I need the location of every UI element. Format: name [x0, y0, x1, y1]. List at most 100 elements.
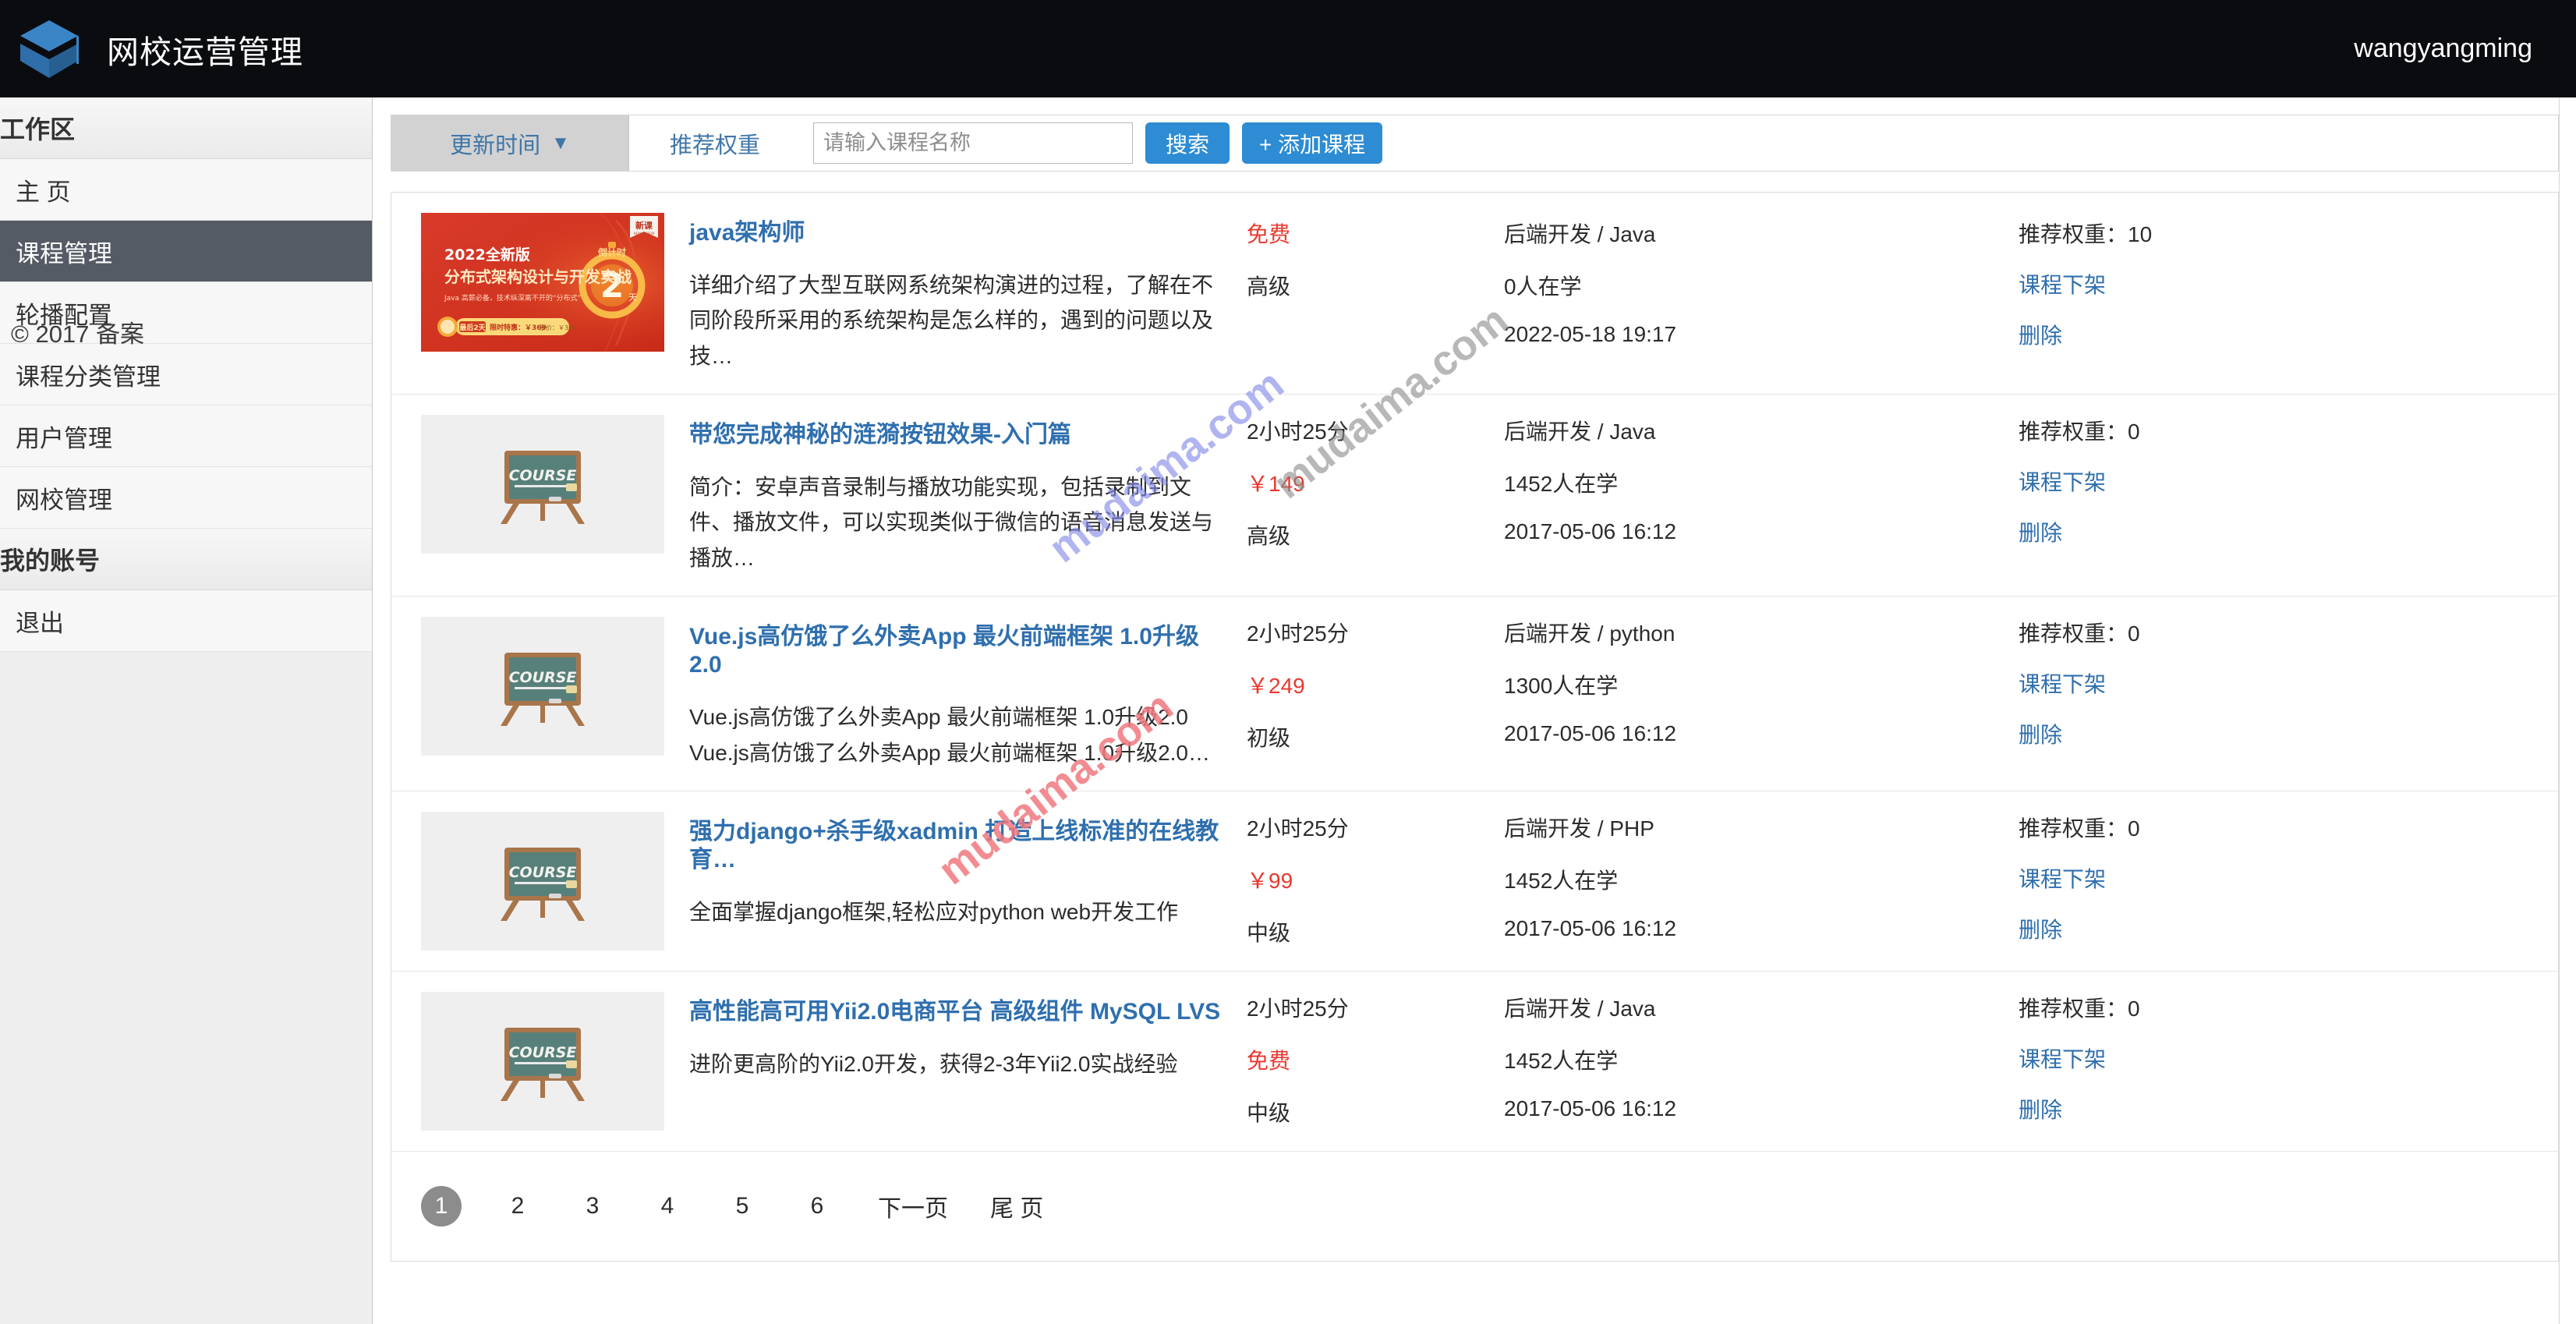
course-placeholder-image[interactable]: COURSE [421, 991, 664, 1131]
course-title-link[interactable]: Vue.js高仿饿了么外卖App 最火前端框架 1.0升级2.0 [689, 623, 1231, 679]
svg-text:COURSE: COURSE [509, 467, 577, 484]
svg-text:原价：￥399: 原价：￥399 [540, 324, 576, 331]
current-username[interactable]: wangyangming [2354, 34, 2532, 64]
last-page-button[interactable]: 尾 页 [985, 1188, 1048, 1225]
course-student-count: 0人在学 [1504, 274, 1582, 299]
add-course-button[interactable]: + 添加课程 [1242, 122, 1383, 164]
sidebar: 工作区 主 页 课程管理 轮播配置 课程分类管理 用户管理 网校管理 我的账号 … [0, 97, 373, 1324]
course-banner-image[interactable]: 新课 NEW LESSON 2 天 倒计时 2022全新版 分布式架构设计与开发… [421, 213, 664, 352]
course-meta-cell: 2小时25分 ￥99 中级 [1247, 812, 1504, 947]
course-updated-time: 2017-05-06 16:12 [1504, 721, 1677, 746]
take-down-course-link[interactable]: 课程下架 [2019, 862, 2535, 894]
sort-by-update-time-tab[interactable]: 更新时间 ▼ [391, 115, 629, 171]
course-student-count: 1452人在学 [1504, 868, 1619, 893]
take-down-course-link[interactable]: 课程下架 [2019, 466, 2535, 497]
sidebar-item-user-management[interactable]: 用户管理 [0, 405, 372, 467]
search-input[interactable] [813, 122, 1133, 164]
course-category-cell: 后端开发 / Java 1452人在学 2017-05-06 16:12 [1504, 992, 2019, 1121]
svg-text:2022全新版: 2022全新版 [444, 246, 530, 264]
course-weight-value: 0 [2128, 816, 2140, 841]
sidebar-footer-copyright: © 2017 备案 [11, 320, 145, 348]
top-bar: 网校运营管理 wangyangming [0, 0, 2576, 97]
table-row: COURSE Vue.js高仿饿了么外卖App 最火前端框架 1.0升级2.0 … [391, 597, 2558, 791]
sidebar-item-course-management[interactable]: 课程管理 [0, 221, 372, 282]
sidebar-item-logout[interactable]: 退出 [0, 590, 372, 652]
course-category-cell: 后端开发 / Java 0人在学 2022-05-18 19:17 [1504, 213, 2019, 347]
course-weight-prefix: 推荐权重： [2019, 996, 2128, 1021]
course-title-link[interactable]: java架构师 [689, 219, 1231, 247]
delete-course-link[interactable]: 删除 [2019, 718, 2535, 749]
page-1-button[interactable]: 1 [421, 1185, 462, 1227]
course-title-link[interactable]: 高性能高可用Yii2.0电商平台 高级组件 MySQL LVS [689, 998, 1231, 1026]
delete-course-link[interactable]: 删除 [2019, 913, 2535, 944]
course-weight-value: 10 [2128, 222, 2153, 246]
sidebar-section-account: 我的账号 [0, 529, 372, 590]
course-thumbnail-cell: COURSE [391, 617, 689, 756]
course-weight-value: 0 [2128, 996, 2140, 1021]
take-down-course-link[interactable]: 课程下架 [2019, 667, 2535, 699]
course-actions-cell: 推荐权重：10 课程下架 删除 [2019, 213, 2558, 350]
app-logo[interactable] [0, 0, 97, 97]
page-2-button[interactable]: 2 [499, 1188, 536, 1225]
sidebar-section-account-label: 我的账号 [0, 547, 101, 575]
course-actions-cell: 推荐权重：0 课程下架 删除 [2019, 415, 2558, 547]
sidebar-item-school-management[interactable]: 网校管理 [0, 467, 372, 529]
course-list-panel: 新课 NEW LESSON 2 天 倒计时 2022全新版 分布式架构设计与开发… [391, 192, 2559, 1262]
take-down-course-link[interactable]: 课程下架 [2019, 1043, 2535, 1074]
main-content: 更新时间 ▼ 推荐权重 搜索 + 添加课程 [373, 97, 2576, 1324]
course-title-link[interactable]: 强力django+杀手级xadmin 打造上线标准的在线教育… [689, 818, 1231, 874]
course-meta-cell: 2小时25分 ￥149 高级 [1247, 415, 1504, 550]
delete-course-link[interactable]: 删除 [2019, 516, 2535, 547]
course-weight-prefix: 推荐权重： [2019, 420, 2128, 444]
page-5-button[interactable]: 5 [724, 1188, 761, 1225]
take-down-course-link[interactable]: 课程下架 [2019, 268, 2535, 299]
course-student-count: 1300人在学 [1504, 674, 1619, 699]
course-duration: 2小时25分 [1247, 621, 1349, 646]
course-placeholder-image[interactable]: COURSE [421, 617, 664, 756]
vertical-scrollbar[interactable] [2559, 97, 2576, 1324]
sort-by-recommend-weight-tab[interactable]: 推荐权重 [629, 115, 801, 171]
page-title: 网校运营管理 [107, 34, 303, 70]
course-info-cell: 高性能高可用Yii2.0电商平台 高级组件 MySQL LVS 进阶更高阶的Yi… [689, 992, 1247, 1082]
course-description: 全面掌握django框架,轻松应对python web开发工作 [689, 899, 1179, 924]
course-weight: 推荐权重：10 [2019, 218, 2535, 249]
course-description: 简介：安卓声音录制与播放功能实现，包括录制到文件、播放文件，可以实现类似于微信的… [689, 475, 1214, 570]
delete-course-link[interactable]: 删除 [2019, 319, 2535, 350]
course-weight: 推荐权重：0 [2019, 617, 2535, 648]
page-6-button[interactable]: 6 [798, 1188, 836, 1225]
delete-course-link[interactable]: 删除 [2019, 1093, 2535, 1124]
course-level: 初级 [1247, 726, 1291, 751]
next-page-button[interactable]: 下一页 [873, 1188, 953, 1225]
course-thumbnail-cell: COURSE [391, 811, 689, 951]
sort-by-update-time-label: 更新时间 [450, 133, 541, 158]
course-placeholder-image[interactable]: COURSE [421, 811, 664, 951]
course-thumbnail-cell: COURSE [391, 415, 689, 554]
course-info-cell: 强力django+杀手级xadmin 打造上线标准的在线教育… 全面掌握djan… [689, 812, 1247, 929]
course-description: 详细介绍了大型互联网系统架构演进的过程，了解在不同阶段所采用的系统架构是怎么样的… [689, 273, 1214, 368]
course-meta-cell: 2小时25分 免费 中级 [1247, 992, 1504, 1128]
course-level: 高级 [1247, 274, 1291, 299]
course-placeholder-image[interactable]: COURSE [421, 415, 664, 554]
course-title-link[interactable]: 带您完成神秘的涟漪按钮效果-入门篇 [689, 421, 1231, 449]
course-weight: 推荐权重：0 [2019, 812, 2535, 843]
sidebar-item-label: 主 页 [16, 178, 71, 206]
course-price: ￥149 [1247, 472, 1305, 497]
sidebar-item-course-category-management[interactable]: 课程分类管理 [0, 344, 372, 405]
svg-text:Java 高薪必备，技术纵深离不开的“分布式”: Java 高薪必备，技术纵深离不开的“分布式” [444, 293, 581, 303]
page-4-button[interactable]: 4 [649, 1188, 686, 1225]
course-price: 免费 [1247, 1048, 1291, 1073]
svg-text:分布式架构设计与开发实战: 分布式架构设计与开发实战 [444, 267, 632, 286]
table-row: COURSE 强力django+杀手级xadmin 打造上线标准的在线教育… 全… [391, 791, 2558, 972]
svg-text:NEW LESSON: NEW LESSON [634, 232, 655, 235]
course-thumbnail-cell: COURSE [391, 991, 689, 1131]
course-level: 中级 [1247, 920, 1291, 945]
course-category-cell: 后端开发 / PHP 1452人在学 2017-05-06 16:12 [1504, 812, 2019, 941]
course-weight: 推荐权重：0 [2019, 415, 2535, 446]
course-info-cell: 带您完成神秘的涟漪按钮效果-入门篇 简介：安卓声音录制与播放功能实现，包括录制到… [689, 415, 1247, 575]
sidebar-item-home[interactable]: 主 页 [0, 159, 372, 221]
course-actions-cell: 推荐权重：0 课程下架 删除 [2019, 617, 2558, 749]
page-3-button[interactable]: 3 [574, 1188, 611, 1225]
course-description: Vue.js高仿饿了么外卖App 最火前端框架 1.0升级2.0 Vue.js高… [689, 705, 1211, 765]
search-button[interactable]: 搜索 [1145, 122, 1230, 164]
course-updated-time: 2022-05-18 19:17 [1504, 322, 1677, 346]
